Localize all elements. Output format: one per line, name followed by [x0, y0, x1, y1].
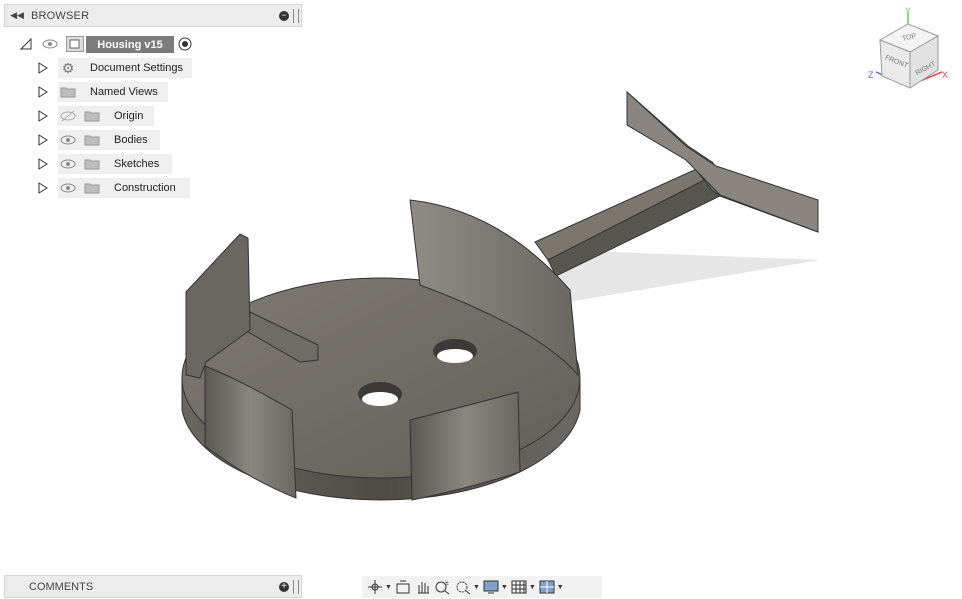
expand-icon[interactable]	[38, 182, 48, 194]
viewports-icon[interactable]: ▼	[538, 578, 564, 596]
activate-radio-icon[interactable]	[178, 37, 192, 54]
eye-hidden-icon[interactable]	[60, 110, 76, 122]
hole-2-inner	[437, 349, 473, 363]
root-eye-icon[interactable]	[42, 38, 58, 53]
expand-icon[interactable]	[38, 158, 48, 170]
expand-icon[interactable]	[38, 62, 48, 74]
browser-panel-header[interactable]: ◀◀ BROWSER −	[4, 4, 302, 27]
eye-icon[interactable]	[60, 134, 76, 146]
panel-grip-icon[interactable]	[293, 579, 299, 594]
pan-icon[interactable]	[414, 578, 432, 596]
tree-item-label: Sketches	[114, 158, 160, 170]
svg-text:±: ±	[445, 580, 449, 587]
tree-item-label: Named Views	[90, 86, 158, 98]
tree-item-label: Document Settings	[90, 62, 183, 74]
gear-icon: ⚙	[61, 59, 75, 76]
folder-icon	[84, 135, 100, 146]
minimize-icon[interactable]: −	[279, 10, 289, 21]
folder-icon	[84, 159, 100, 170]
eye-icon[interactable]	[60, 182, 76, 194]
fit-icon[interactable]: ▼	[454, 578, 480, 596]
orbit-icon[interactable]: ▼	[366, 578, 392, 596]
eye-icon[interactable]	[60, 158, 76, 170]
axis-y-label: Y	[905, 6, 911, 16]
arm-top	[534, 161, 721, 261]
root-expander-icon[interactable]	[20, 38, 32, 50]
expand-icon[interactable]	[38, 110, 48, 122]
axis-z-label: Z	[868, 70, 874, 80]
navigation-toolbar: ▼ ± ▼ ▼ ▼ ▼	[362, 576, 602, 598]
expand-icon[interactable]	[38, 86, 48, 98]
panel-grip-icon[interactable]	[293, 8, 299, 23]
hole-1-inner	[362, 392, 398, 406]
tree-item-label: Bodies	[114, 134, 148, 146]
tree-item-label: Construction	[114, 182, 176, 194]
axis-x-label: X	[942, 70, 948, 80]
display-settings-icon[interactable]: ▼	[482, 578, 508, 596]
expand-icon[interactable]	[38, 134, 48, 146]
root-component-label[interactable]: Housing v15	[86, 36, 174, 53]
comments-panel-header[interactable]: COMMENTS +	[4, 575, 302, 598]
folder-icon	[60, 87, 76, 98]
browser-title: BROWSER	[31, 9, 90, 22]
component-icon	[66, 36, 84, 52]
collapse-panel-icon[interactable]: ◀◀	[7, 10, 27, 21]
folder-icon	[84, 183, 100, 194]
viewcube[interactable]: TOP FRONT RIGHT Y X Z	[862, 4, 952, 94]
tree-item-label: Origin	[114, 110, 144, 122]
folder-icon	[84, 111, 100, 122]
zoom-icon[interactable]: ±	[434, 578, 452, 596]
look-at-icon[interactable]	[394, 578, 412, 596]
add-comment-icon[interactable]: +	[279, 581, 289, 592]
comments-title: COMMENTS	[29, 580, 94, 593]
grid-settings-icon[interactable]: ▼	[510, 578, 536, 596]
